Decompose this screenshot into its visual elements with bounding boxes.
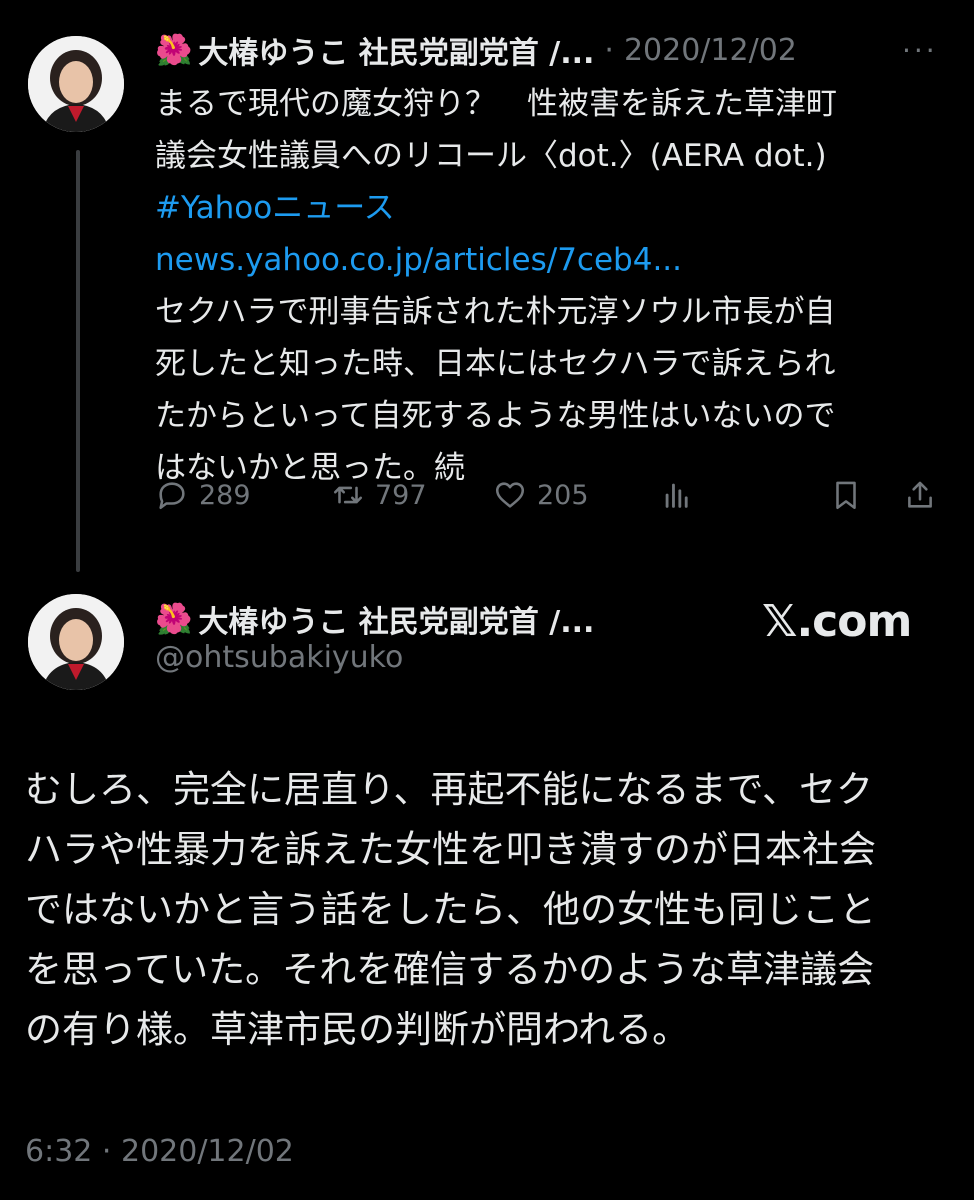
bookmark-button[interactable]: [829, 478, 873, 512]
tweet1-text: まるで現代の魔女狩り？ 性被害を訴えた草津町 議会女性議員へのリコール〈dot.…: [155, 78, 935, 494]
tweet-text-line: を思っていた。それを確信するかのような草津議会: [25, 948, 875, 991]
tweet-text-line: むしろ、完全に居直り、再起不能になるまで、セク: [25, 768, 874, 811]
author-handle[interactable]: @ohtsubakiyuko: [155, 640, 403, 675]
separator-dot: ·: [604, 32, 614, 68]
share-icon: [908, 481, 932, 508]
hibiscus-icon: 🌺: [155, 32, 193, 68]
bookmark-icon: [836, 481, 856, 510]
share-button[interactable]: [903, 478, 947, 512]
views-button[interactable]: [660, 478, 704, 512]
tweet2-text: むしろ、完全に居直り、再起不能になるまで、セク ハラや性暴力を訴えた女性を叩き潰…: [25, 760, 955, 1060]
tweet-text-line: まるで現代の魔女狩り？ 性被害を訴えた草津町: [155, 86, 837, 122]
tweet-text-line: セクハラで刑事告訴された朴元淳ソウル市長が自: [155, 294, 836, 330]
tweet-date[interactable]: 2020/12/02: [624, 33, 797, 68]
retweet-button[interactable]: 797: [331, 478, 427, 512]
tweet-text-line: 死したと知った時、日本にはセクハラで訴えられ: [155, 346, 836, 382]
tweet-text-line: ハラや性暴力を訴えた女性を叩き潰すのが日本社会: [25, 828, 876, 871]
heart-icon: [495, 482, 525, 508]
author-avatar[interactable]: [28, 36, 124, 132]
tweet-text-line: ではないかと言う話をしたら、他の女性も同じこと: [25, 888, 876, 931]
tweet-text-line: の有り様。草津市民の判断が問われる。: [25, 1008, 690, 1051]
retweet-icon: [333, 486, 363, 504]
analytics-icon: [665, 483, 688, 508]
author-name[interactable]: 大椿ゆうこ 社民党副党首 /...: [198, 28, 594, 72]
avatar-portrait: [28, 594, 124, 690]
reply-count: 289: [199, 479, 251, 511]
article-url-link[interactable]: news.yahoo.co.jp/articles/7ceb4...: [155, 234, 935, 286]
tweet-text-line: たからといって自死するような男性はいないので: [155, 398, 836, 434]
tweet1-header: 🌺 大椿ゆうこ 社民党副党首 /... · 2020/12/02: [155, 28, 950, 72]
thread-connector-line: [76, 150, 80, 572]
avatar-portrait: [28, 36, 124, 132]
tweet-timestamp[interactable]: 6:32 · 2020/12/02: [25, 1134, 294, 1169]
hibiscus-icon: 🌺: [155, 601, 193, 637]
reply-button[interactable]: 289: [155, 478, 251, 512]
reply-icon: [159, 482, 185, 510]
author-name[interactable]: 大椿ゆうこ 社民党副党首 /...: [198, 597, 594, 641]
retweet-count: 797: [375, 479, 427, 511]
author-avatar[interactable]: [28, 594, 124, 690]
more-options-icon[interactable]: ···: [902, 34, 938, 67]
tweet2-header: 🌺 大椿ゆうこ 社民党副党首 /...: [155, 597, 594, 641]
like-button[interactable]: 205: [493, 478, 589, 512]
hashtag-link[interactable]: #Yahooニュース: [155, 182, 935, 234]
xcom-watermark: 𝕏.com: [762, 596, 912, 647]
tweet-action-bar: 289 797 205: [155, 478, 945, 524]
like-count: 205: [537, 479, 589, 511]
tweet-text-line: 議会女性議員へのリコール〈dot.〉(AERA dot.): [155, 138, 827, 174]
